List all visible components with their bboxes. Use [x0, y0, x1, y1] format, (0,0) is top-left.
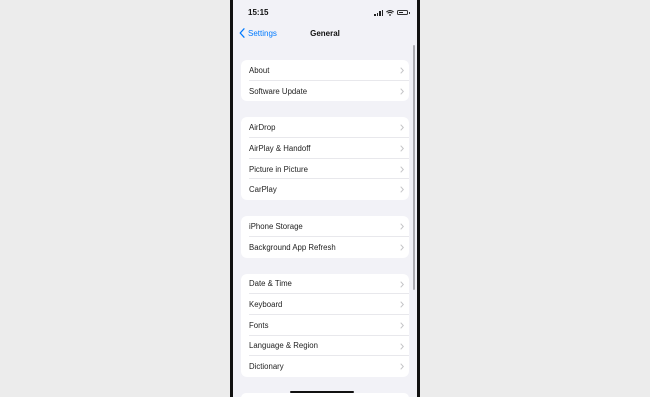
chevron-right-icon [400, 244, 404, 251]
status-time: 15:15 [248, 8, 269, 17]
chevron-right-icon [400, 280, 404, 288]
row-label: Dictionary [249, 362, 284, 372]
status-bar: 15:15 [233, 0, 417, 24]
settings-group-1: About Software Update [241, 60, 409, 102]
navigation-bar: Settings General [233, 26, 417, 42]
row-label: About [249, 65, 270, 75]
row-label: CarPlay [249, 185, 277, 195]
row-date-time[interactable]: Date & Time [241, 274, 409, 295]
row-label: Fonts [249, 320, 269, 330]
row-label: iPhone Storage [249, 221, 303, 231]
chevron-right-icon [400, 322, 404, 329]
row-language-region[interactable]: Language & Region [241, 336, 409, 357]
row-about[interactable]: About [241, 60, 409, 81]
row-dictionary[interactable]: Dictionary [241, 356, 409, 377]
chevron-right-icon [400, 67, 404, 74]
chevron-right-icon [400, 186, 404, 194]
row-label: AirPlay & Handoff [249, 143, 311, 153]
settings-group-3: iPhone Storage Background App Refresh [241, 216, 409, 258]
chevron-right-icon [400, 166, 404, 173]
chevron-right-icon [400, 301, 404, 308]
row-label: AirDrop [249, 123, 276, 133]
chevron-right-icon [400, 145, 404, 152]
chevron-right-icon [400, 363, 404, 370]
row-label: Date & Time [249, 279, 292, 289]
chevron-right-icon [400, 88, 404, 95]
home-indicator[interactable] [290, 391, 354, 393]
row-fonts[interactable]: Fonts [241, 315, 409, 336]
chevron-right-icon [400, 342, 404, 350]
row-label: Keyboard [249, 300, 283, 310]
row-label: Background App Refresh [249, 242, 336, 252]
row-label: Software Update [249, 86, 308, 96]
settings-group-2: AirDrop AirPlay & Handoff Picture in Pic… [241, 117, 409, 201]
wifi-icon [386, 9, 394, 16]
chevron-right-icon [400, 124, 404, 132]
row-background-app-refresh[interactable]: Background App Refresh [241, 237, 409, 258]
row-label: Language & Region [249, 341, 318, 351]
screen: 15:15 Settings General About Software Up… [233, 0, 417, 397]
status-icons [374, 8, 410, 17]
row-picture-in-picture[interactable]: Picture in Picture [241, 159, 409, 180]
row-software-update[interactable]: Software Update [241, 81, 409, 102]
settings-list: About Software Update AirDrop AirPlay & … [241, 60, 409, 377]
row-carplay[interactable]: CarPlay [241, 179, 409, 200]
row-label: Picture in Picture [249, 164, 308, 174]
next-group-peek [241, 393, 409, 397]
row-keyboard[interactable]: Keyboard [241, 294, 409, 315]
row-iphone-storage[interactable]: iPhone Storage [241, 216, 409, 237]
phone-frame: 15:15 Settings General About Software Up… [230, 0, 420, 397]
scrollbar[interactable] [413, 45, 415, 290]
battery-icon [397, 10, 410, 15]
chevron-right-icon [400, 223, 404, 230]
row-airdrop[interactable]: AirDrop [241, 117, 409, 139]
signal-icon [374, 9, 383, 16]
page-title: General [310, 29, 340, 38]
row-airplay-handoff[interactable]: AirPlay & Handoff [241, 138, 409, 159]
settings-group-4: Date & Time Keyboard Fonts Language & Re… [241, 273, 409, 377]
